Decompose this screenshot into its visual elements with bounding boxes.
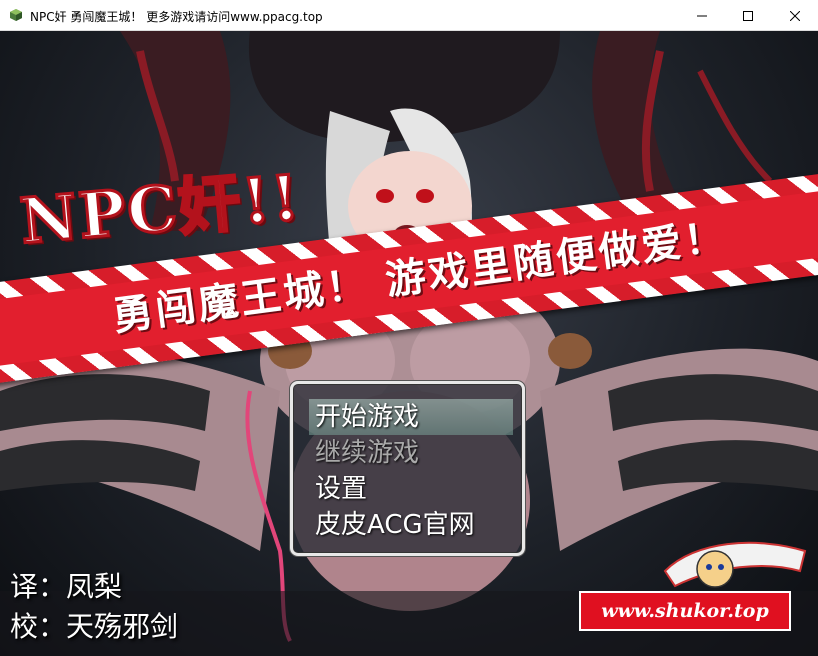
proofreader-name: 天殇邪剑: [66, 610, 179, 643]
app-icon: [10, 9, 22, 21]
title-menu: 开始游戏 继续游戏 设置 皮皮ACG官网: [290, 381, 525, 556]
site-url-text: www.shukor.top: [601, 600, 769, 622]
menu-options[interactable]: 设置: [309, 471, 513, 507]
minimize-icon: [697, 15, 707, 16]
site-url-badge[interactable]: www.shukor.top: [579, 591, 791, 631]
proofreader-credit: 校：天殇邪剑: [10, 605, 178, 645]
menu-website[interactable]: 皮皮ACG官网: [309, 507, 513, 543]
close-icon: [790, 10, 800, 21]
menu-new-game[interactable]: 开始游戏: [309, 399, 513, 435]
translator-name: 凤梨: [66, 570, 123, 603]
maximize-button[interactable]: [725, 0, 771, 31]
maximize-icon: [743, 10, 753, 21]
translator-label: 译：: [10, 570, 67, 603]
minimize-button[interactable]: [679, 0, 725, 31]
window-title: NPC奸 勇闯魔王城！ 更多游戏请访问www.ppacg.top: [30, 10, 323, 24]
window-titlebar: NPC奸 勇闯魔王城！ 更多游戏请访问www.ppacg.top: [0, 0, 818, 31]
menu-continue[interactable]: 继续游戏: [309, 435, 513, 471]
close-button[interactable]: [772, 0, 818, 31]
proofreader-label: 校：: [10, 610, 67, 643]
game-screen: NPC奸!! 勇闯魔王城！ 游戏里随便做爱！ 开始游戏 继续游戏 设置 皮皮AC…: [0, 31, 818, 656]
translator-credit: 译：凤梨: [10, 565, 122, 605]
